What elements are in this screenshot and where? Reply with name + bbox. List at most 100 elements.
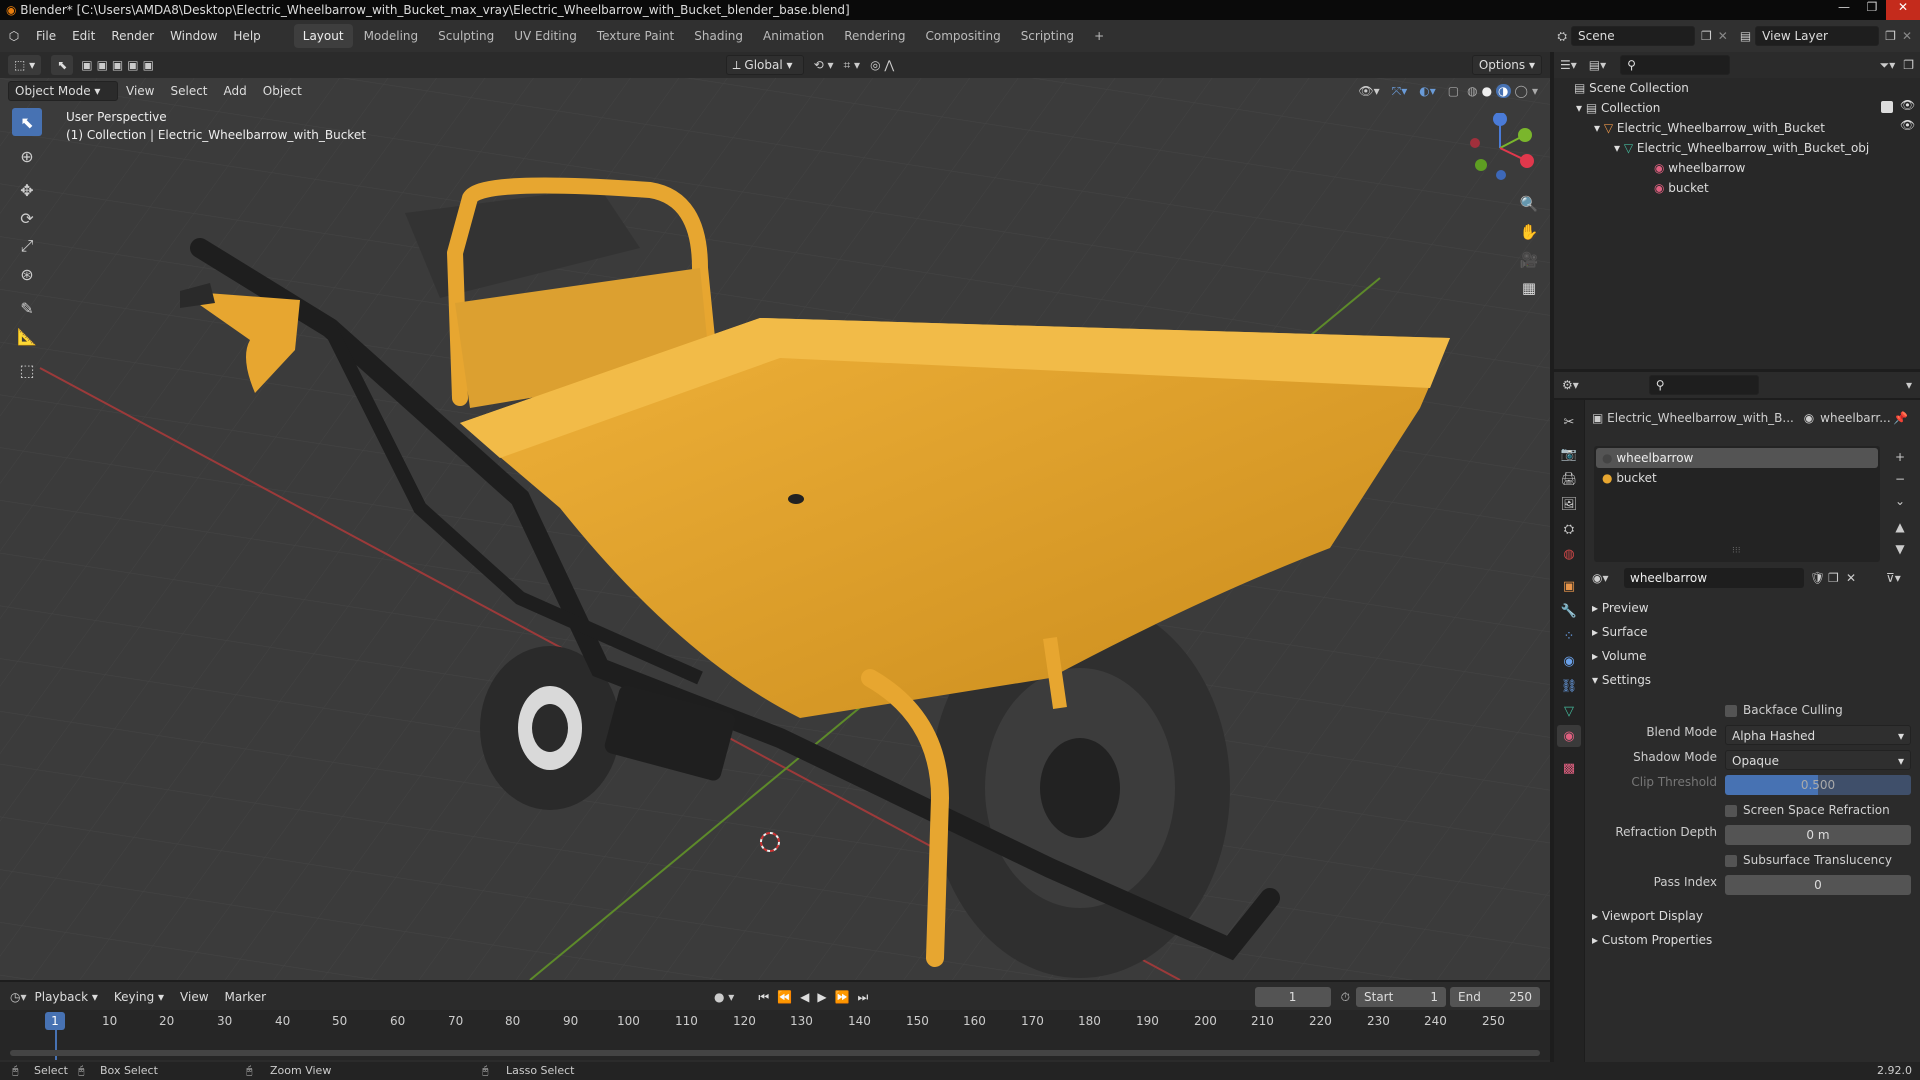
collection-checkbox-icon[interactable] [1881, 101, 1893, 113]
outliner-row-object[interactable]: ▾ ▽ Electric_Wheelbarrow_with_Bucket [1594, 118, 1825, 138]
viewport-menu-add[interactable]: Add [216, 78, 255, 104]
shadow-mode-dropdown[interactable]: Opaque ▾ [1725, 750, 1911, 770]
tool-tab-icon[interactable]: ✂ [1557, 411, 1581, 433]
visibility-eye-icon[interactable]: 👁 [1900, 98, 1915, 112]
checkbox-icon[interactable] [1725, 854, 1737, 867]
material-browse-icon[interactable]: ◉▾ [1592, 571, 1609, 585]
editor-type-icon[interactable]: ⬚ ▾ [8, 55, 42, 75]
tab-scripting[interactable]: Scripting [1012, 24, 1083, 48]
blend-mode-dropdown[interactable]: Alpha Hashed ▾ [1725, 725, 1911, 745]
properties-search-input[interactable]: ⚲ [1648, 375, 1759, 395]
measure-tool-icon[interactable]: 📐 [12, 322, 42, 350]
panel-viewport-display[interactable]: ▸ Viewport Display [1592, 906, 1703, 926]
refraction-depth-field[interactable]: 0 m [1725, 825, 1911, 845]
options-dropdown[interactable]: Options ▾ [1471, 55, 1543, 75]
jump-keyframe-forward-icon[interactable]: ⏩ [835, 990, 850, 1004]
camera-view-icon[interactable]: 🎥 [1515, 246, 1543, 274]
add-slot-icon[interactable]: + [1888, 446, 1912, 468]
outliner-editor-icon[interactable]: ☰▾ [1560, 58, 1577, 72]
tab-layout[interactable]: Layout [293, 24, 353, 48]
end-frame-field[interactable]: End 250 [1450, 987, 1540, 1007]
checkbox-icon[interactable] [1725, 704, 1737, 717]
outliner-row-collection[interactable]: ▾ ▤ Collection [1576, 98, 1660, 118]
preview-range-icon[interactable]: ⏱ [1341, 990, 1350, 1005]
outliner-row-mesh[interactable]: ▾ ▽ Electric_Wheelbarrow_with_Bucket_obj [1614, 138, 1869, 158]
outliner-search-input[interactable]: ⚲ [1620, 55, 1731, 75]
particles-tab-icon[interactable]: ⁘ [1557, 625, 1581, 647]
viewport-menu-object[interactable]: Object [255, 78, 310, 104]
shading-options-icon[interactable]: ▾ [1532, 84, 1538, 98]
add-cube-tool-icon[interactable]: ⬚ [12, 356, 42, 384]
maximize-button[interactable]: ❐ [1858, 0, 1886, 20]
subsurface-translucency-checkbox[interactable]: Subsurface Translucency [1725, 850, 1892, 870]
outliner-row-scene-collection[interactable]: ▤ Scene Collection [1574, 78, 1689, 98]
timeline-menu-marker[interactable]: Marker [217, 984, 274, 1010]
tab-modeling[interactable]: Modeling [355, 24, 428, 48]
jump-keyframe-back-icon[interactable]: ⏪ [777, 990, 792, 1004]
disclosure-icon[interactable]: ▾ [1614, 141, 1624, 155]
timeline-scrollbar[interactable] [10, 1050, 1540, 1056]
menu-help[interactable]: Help [225, 20, 268, 52]
tab-compositing[interactable]: Compositing [916, 24, 1009, 48]
play-reverse-icon[interactable]: ◀ [800, 990, 809, 1004]
xray-icon[interactable]: ▢ [1448, 84, 1459, 98]
navigation-gizmo[interactable] [1465, 113, 1535, 183]
timeline-menu-playback[interactable]: Playback ▾ [27, 984, 106, 1010]
modifier-tab-icon[interactable]: 🔧 [1557, 600, 1581, 622]
world-tab-icon[interactable]: ◍ [1557, 543, 1581, 565]
menu-file[interactable]: File [28, 20, 64, 52]
proportional-edit-icon[interactable]: ◎ ⋀ [870, 58, 894, 72]
move-down-icon[interactable]: ▼ [1888, 538, 1912, 560]
jump-end-icon[interactable]: ⏭ [858, 990, 869, 1005]
overlay-icon[interactable]: ◐▾ [1419, 84, 1436, 98]
tab-rendering[interactable]: Rendering [835, 24, 914, 48]
view-layer-tab-icon[interactable]: 🖼 [1557, 493, 1581, 515]
rotate-tool-icon[interactable]: ⟳ [12, 204, 42, 232]
menu-edit[interactable]: Edit [64, 20, 103, 52]
pass-index-field[interactable]: 0 [1725, 875, 1911, 895]
object-tab-icon[interactable]: ▣ [1557, 575, 1581, 597]
shading-wireframe-icon[interactable]: ◍ [1467, 84, 1477, 98]
view-layer-selector[interactable]: View Layer [1755, 26, 1880, 46]
panel-surface[interactable]: ▸ Surface [1592, 622, 1648, 642]
select-box-tool-icon[interactable]: ⬉ [51, 55, 74, 75]
filter-icon[interactable]: ⏷▾ [1880, 58, 1896, 73]
shading-rendered-icon[interactable]: ◯ [1515, 84, 1528, 98]
gizmo-icon[interactable]: ⤧▾ [1392, 84, 1408, 99]
duplicate-material-icon[interactable]: ❐ [1828, 568, 1839, 588]
disclosure-icon[interactable]: ▾ [1576, 101, 1586, 115]
pivot-icon[interactable]: ⟲ ▾ [814, 58, 834, 72]
panel-volume[interactable]: ▸ Volume [1592, 646, 1646, 666]
viewport-menu-select[interactable]: Select [162, 78, 215, 104]
timeline-menu-keying[interactable]: Keying ▾ [106, 984, 172, 1010]
tab-shading[interactable]: Shading [685, 24, 752, 48]
annotate-tool-icon[interactable]: ✎ [12, 294, 42, 322]
start-frame-field[interactable]: Start 1 [1356, 987, 1446, 1007]
data-tab-icon[interactable]: ▽ [1557, 700, 1581, 722]
visibility-eye-icon[interactable]: 👁 [1900, 118, 1915, 132]
physics-tab-icon[interactable]: ◉ [1557, 650, 1581, 672]
tab-texture-paint[interactable]: Texture Paint [588, 24, 683, 48]
constraints-tab-icon[interactable]: ⛓ [1557, 675, 1581, 697]
new-collection-icon[interactable]: ❐ [1903, 58, 1914, 72]
material-slot-row[interactable]: ● bucket [1596, 468, 1878, 488]
viewport-menu-view[interactable]: View [118, 78, 162, 104]
view-layer-new-icon[interactable]: ❐ [1885, 29, 1896, 43]
timeline-menu-view[interactable]: View [172, 984, 216, 1010]
add-workspace-icon[interactable]: + [1085, 24, 1113, 48]
material-slot-row[interactable]: ● wheelbarrow [1596, 448, 1878, 468]
outliner-row-material[interactable]: ◉ bucket [1654, 178, 1709, 198]
outliner-row-material[interactable]: ◉ wheelbarrow [1654, 158, 1745, 178]
panel-preview[interactable]: ▸ Preview [1592, 598, 1649, 618]
unlink-material-icon[interactable]: ✕ [1846, 568, 1856, 588]
disclosure-icon[interactable]: ▾ [1594, 121, 1604, 135]
screen-space-refraction-checkbox[interactable]: Screen Space Refraction [1725, 800, 1890, 820]
move-tool-icon[interactable]: ✥ [12, 176, 42, 204]
clip-threshold-slider[interactable]: 0.500 [1725, 775, 1911, 795]
slot-specials-icon[interactable]: ⌄ [1888, 490, 1912, 512]
minimize-button[interactable]: — [1830, 0, 1858, 20]
checkbox-icon[interactable] [1725, 804, 1737, 817]
material-name-field[interactable]: wheelbarrow [1624, 568, 1804, 588]
pin-icon[interactable]: 📌 [1893, 408, 1908, 428]
menu-window[interactable]: Window [162, 20, 225, 52]
